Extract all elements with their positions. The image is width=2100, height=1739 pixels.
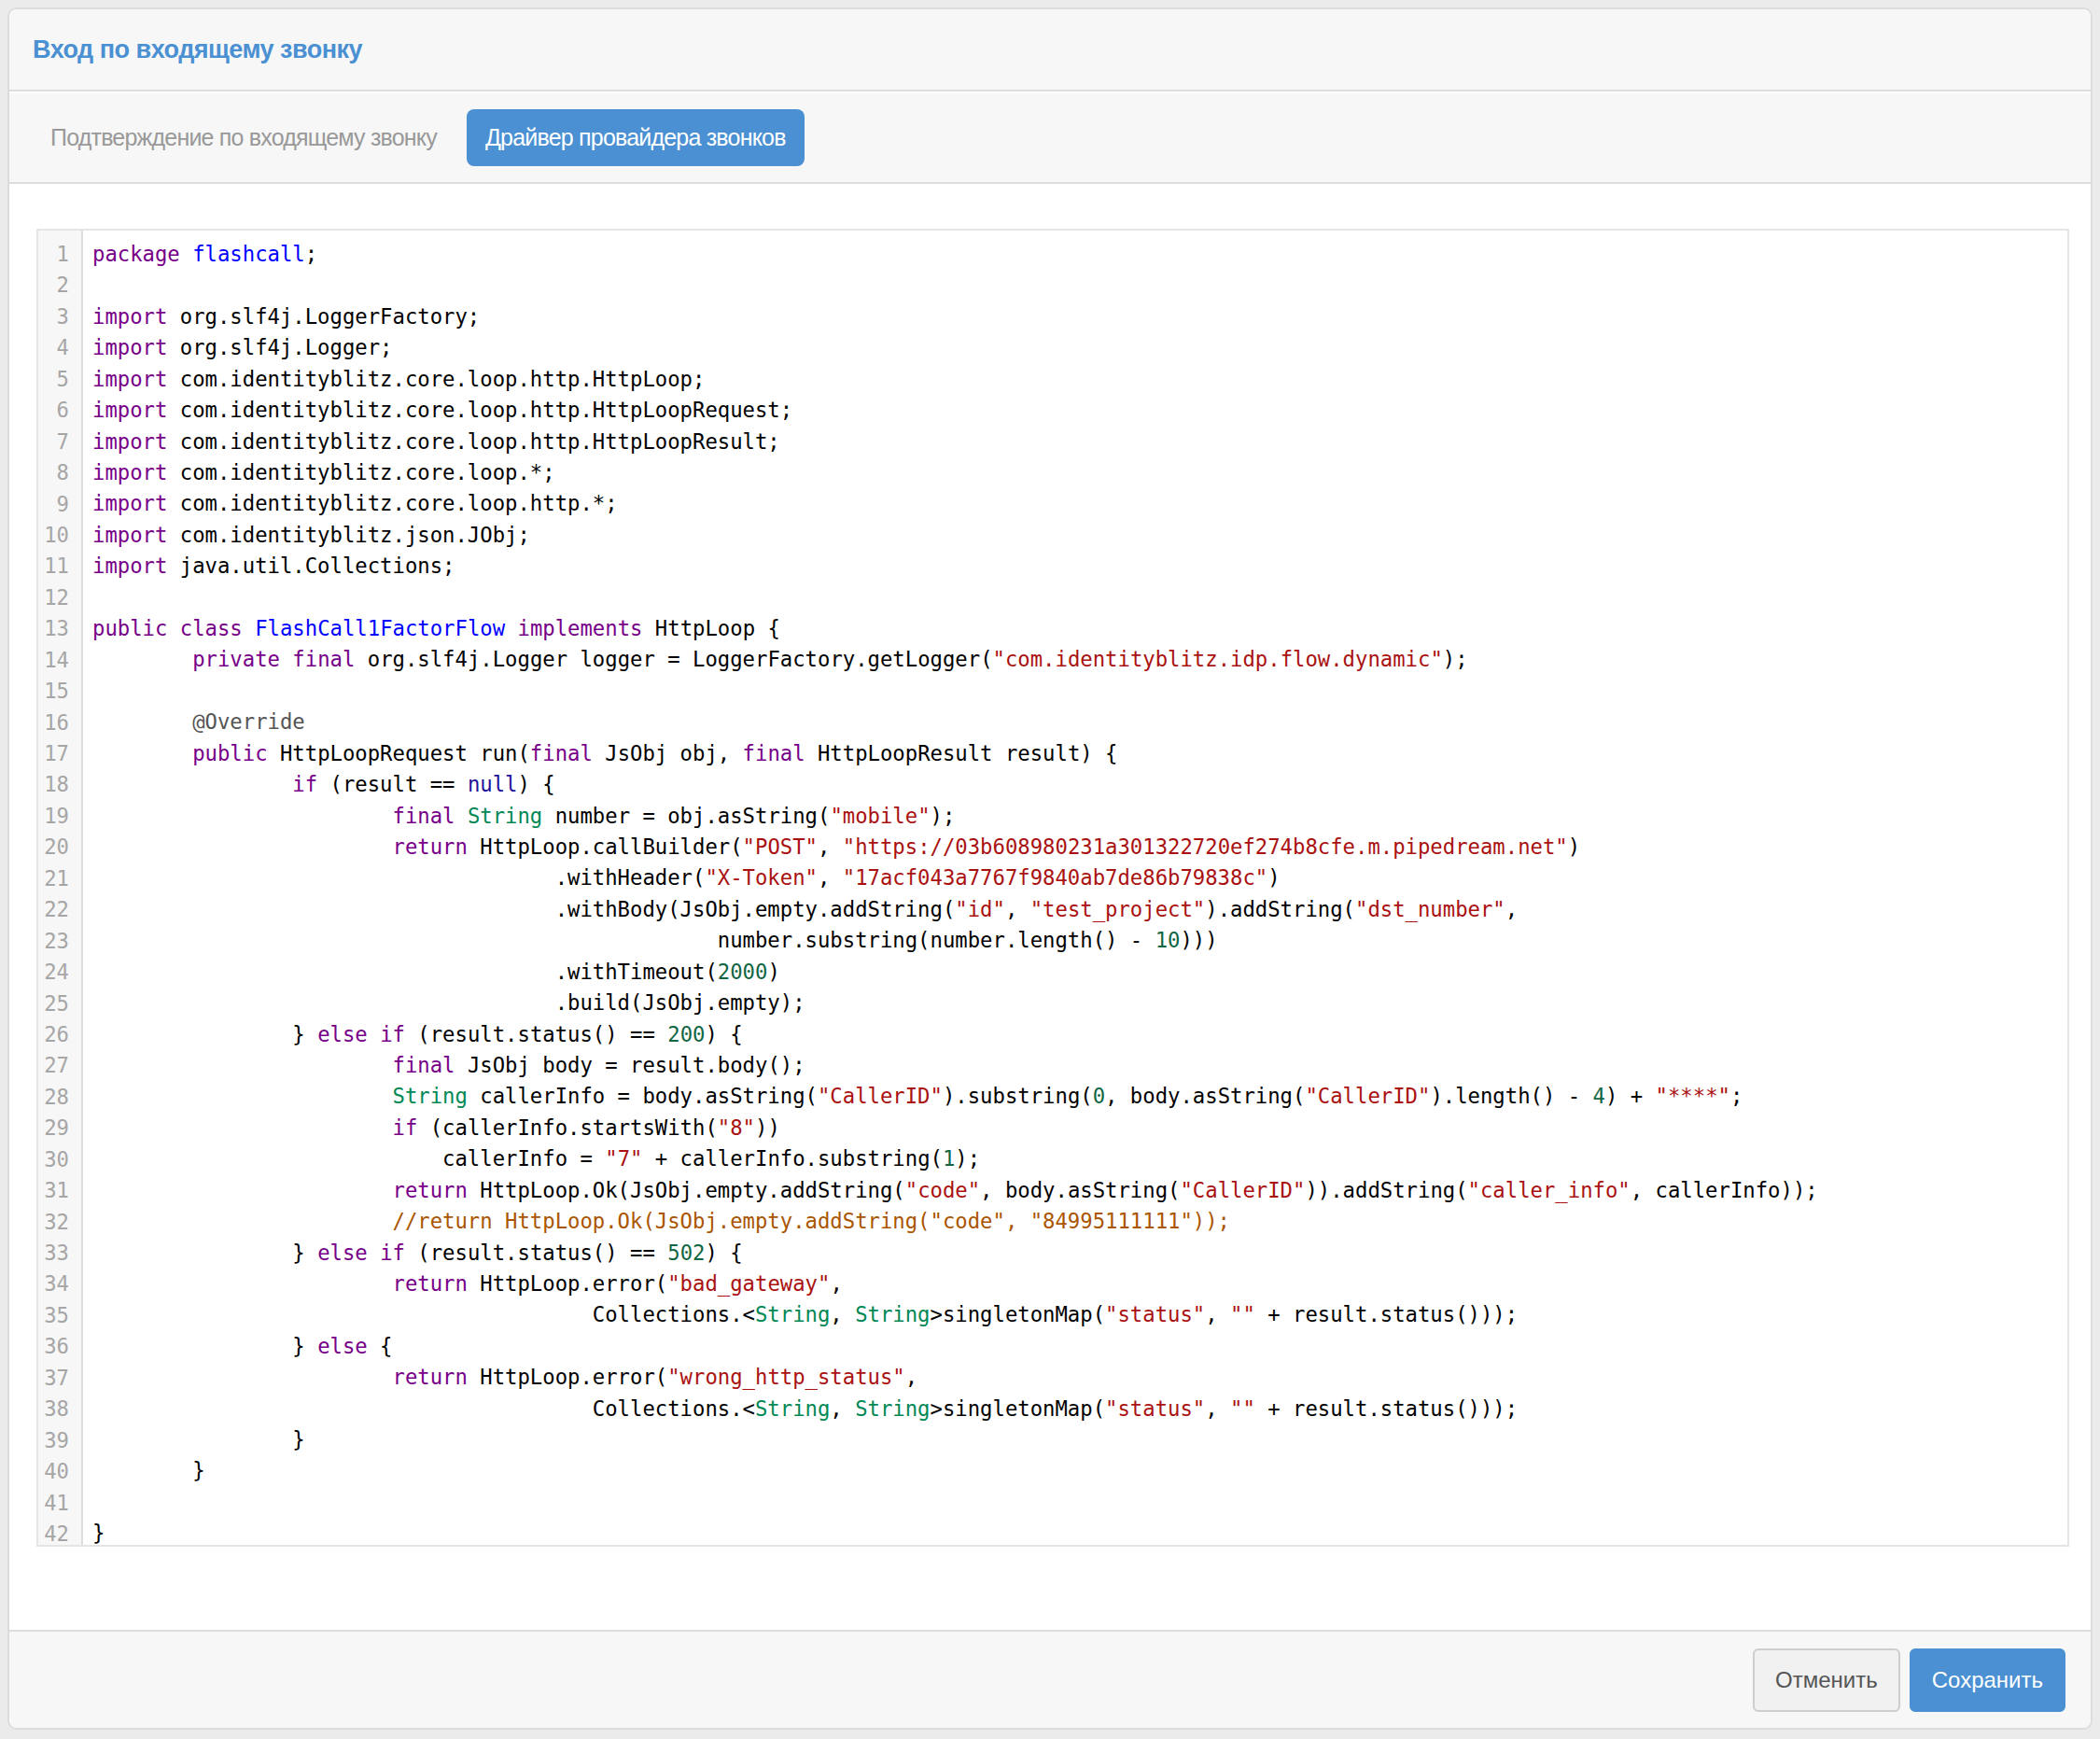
code-line: return HttpLoop.callBuilder("POST", "htt… bbox=[92, 832, 2067, 862]
code-line: import com.identityblitz.core.loop.http.… bbox=[92, 488, 2067, 519]
line-number-gutter: 1234567891011121314151617181920212223242… bbox=[38, 231, 83, 1545]
code-line: public HttpLoopRequest run(final JsObj o… bbox=[92, 738, 2067, 769]
line-number: 30 bbox=[38, 1144, 81, 1175]
line-number: 17 bbox=[38, 738, 81, 769]
line-number: 35 bbox=[38, 1300, 81, 1331]
code-line: import org.slf4j.Logger; bbox=[92, 332, 2067, 363]
code-line: .withHeader("X-Token", "17acf043a7767f98… bbox=[92, 862, 2067, 893]
line-number: 6 bbox=[38, 395, 81, 426]
code-line: import java.util.Collections; bbox=[92, 551, 2067, 582]
line-number: 13 bbox=[38, 613, 81, 644]
code-line: Collections.<String, String>singletonMap… bbox=[92, 1299, 2067, 1330]
line-number: 12 bbox=[38, 582, 81, 613]
line-number: 22 bbox=[38, 894, 81, 925]
line-number: 23 bbox=[38, 926, 81, 957]
line-number: 27 bbox=[38, 1050, 81, 1081]
line-number: 31 bbox=[38, 1175, 81, 1206]
code-line: String callerInfo = body.asString("Calle… bbox=[92, 1081, 2067, 1112]
line-number: 37 bbox=[38, 1363, 81, 1394]
line-number: 15 bbox=[38, 676, 81, 707]
line-number: 40 bbox=[38, 1456, 81, 1487]
line-number: 5 bbox=[38, 364, 81, 395]
tab-bar: Подтверждение по входящему звонку Драйве… bbox=[9, 93, 2091, 184]
line-number: 4 bbox=[38, 332, 81, 363]
line-number: 21 bbox=[38, 863, 81, 894]
code-line: number.substring(number.length() - 10))) bbox=[92, 925, 2067, 956]
line-number: 7 bbox=[38, 427, 81, 457]
code-line: Collections.<String, String>singletonMap… bbox=[92, 1394, 2067, 1424]
page-title: Вход по входящему звонку bbox=[33, 35, 362, 64]
code-line: import com.identityblitz.json.JObj; bbox=[92, 520, 2067, 551]
code-line: return HttpLoop.error("bad_gateway", bbox=[92, 1269, 2067, 1299]
code-line bbox=[92, 1487, 2067, 1518]
line-number: 41 bbox=[38, 1488, 81, 1519]
save-button[interactable]: Сохранить bbox=[1910, 1648, 2065, 1712]
code-line: return HttpLoop.Ok(JsObj.empty.addString… bbox=[92, 1175, 2067, 1206]
code-line: import com.identityblitz.core.loop.http.… bbox=[92, 395, 2067, 426]
code-line: @Override bbox=[92, 707, 2067, 737]
line-number: 32 bbox=[38, 1207, 81, 1238]
line-number: 10 bbox=[38, 520, 81, 551]
code-line: public class FlashCall1FactorFlow implem… bbox=[92, 613, 2067, 644]
line-number: 29 bbox=[38, 1113, 81, 1143]
line-number: 28 bbox=[38, 1082, 81, 1113]
code-line: } bbox=[92, 1455, 2067, 1486]
code-line: } else if (result.status() == 200) { bbox=[92, 1019, 2067, 1050]
code-line: if (result == null) { bbox=[92, 769, 2067, 800]
code-line: final String number = obj.asString("mobi… bbox=[92, 801, 2067, 832]
code-editor[interactable]: 1234567891011121314151617181920212223242… bbox=[36, 229, 2069, 1547]
line-number: 33 bbox=[38, 1238, 81, 1269]
footer-bar: Отменить Сохранить bbox=[9, 1630, 2091, 1728]
line-number: 9 bbox=[38, 489, 81, 520]
code-line: import com.identityblitz.core.loop.http.… bbox=[92, 427, 2067, 457]
line-number: 19 bbox=[38, 801, 81, 832]
code-line: import org.slf4j.LoggerFactory; bbox=[92, 302, 2067, 332]
line-number: 11 bbox=[38, 551, 81, 582]
line-number: 16 bbox=[38, 708, 81, 738]
line-number: 1 bbox=[38, 239, 81, 270]
code-line: if (callerInfo.startsWith("8")) bbox=[92, 1113, 2067, 1143]
code-line: import com.identityblitz.core.loop.*; bbox=[92, 457, 2067, 488]
code-line: } else { bbox=[92, 1331, 2067, 1362]
code-line: //return HttpLoop.Ok(JsObj.empty.addStri… bbox=[92, 1206, 2067, 1237]
line-number: 3 bbox=[38, 302, 81, 332]
code-line: } bbox=[92, 1424, 2067, 1455]
code-line: .withTimeout(2000) bbox=[92, 957, 2067, 988]
panel: Вход по входящему звонку Подтверждение п… bbox=[7, 7, 2093, 1730]
code-line: .build(JsObj.empty); bbox=[92, 988, 2067, 1018]
code-line: } else if (result.status() == 502) { bbox=[92, 1238, 2067, 1269]
line-number: 25 bbox=[38, 989, 81, 1019]
line-number: 2 bbox=[38, 270, 81, 301]
code-area[interactable]: package flashcall; import org.slf4j.Logge… bbox=[83, 231, 2067, 1545]
code-line bbox=[92, 676, 2067, 707]
code-line: package flashcall; bbox=[92, 239, 2067, 270]
line-number: 18 bbox=[38, 769, 81, 800]
line-number: 39 bbox=[38, 1425, 81, 1456]
code-line: import com.identityblitz.core.loop.http.… bbox=[92, 364, 2067, 395]
code-line bbox=[92, 270, 2067, 301]
line-number: 34 bbox=[38, 1269, 81, 1299]
line-number: 42 bbox=[38, 1519, 81, 1550]
code-line: } bbox=[92, 1518, 2067, 1545]
code-line: private final org.slf4j.Logger logger = … bbox=[92, 644, 2067, 675]
line-number: 36 bbox=[38, 1331, 81, 1362]
line-number: 14 bbox=[38, 645, 81, 676]
code-line bbox=[92, 582, 2067, 613]
tab-confirmation-by-incoming-call[interactable]: Подтверждение по входящему звонку bbox=[50, 124, 437, 151]
code-line: callerInfo = "7" + callerInfo.substring(… bbox=[92, 1143, 2067, 1174]
code-line: final JsObj body = result.body(); bbox=[92, 1050, 2067, 1081]
line-number: 26 bbox=[38, 1019, 81, 1050]
line-number: 38 bbox=[38, 1394, 81, 1424]
line-number: 8 bbox=[38, 457, 81, 488]
line-number: 24 bbox=[38, 957, 81, 988]
panel-heading: Вход по входящему звонку bbox=[9, 9, 2091, 91]
cancel-button[interactable]: Отменить bbox=[1753, 1648, 1900, 1712]
tab-call-provider-driver[interactable]: Драйвер провайдера звонков bbox=[467, 109, 805, 166]
code-line: .withBody(JsObj.empty.addString("id", "t… bbox=[92, 894, 2067, 925]
code-line: return HttpLoop.error("wrong_http_status… bbox=[92, 1362, 2067, 1393]
line-number: 20 bbox=[38, 832, 81, 862]
